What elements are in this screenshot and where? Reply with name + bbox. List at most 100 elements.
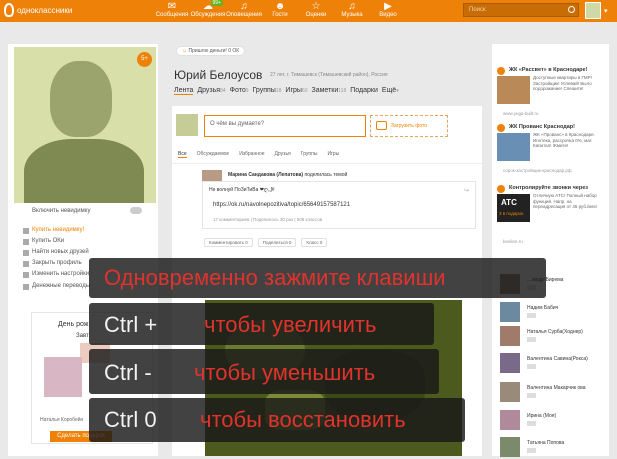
ad-image[interactable]: ATC 3 в подарок bbox=[497, 194, 530, 222]
friend-name[interactable]: Ирина (Моя) bbox=[527, 413, 556, 419]
feed-tab[interactable]: Группы bbox=[301, 151, 318, 158]
friend-avatar[interactable] bbox=[500, 410, 520, 430]
friend-avatar[interactable] bbox=[500, 326, 520, 346]
profile-tab[interactable]: Друзья84 bbox=[197, 87, 225, 95]
logo-text: одноклассники bbox=[17, 5, 73, 15]
mood-badge[interactable]: ☺ Пришлю деньги! 0 ОК bbox=[176, 46, 246, 56]
share-button[interactable]: Поделиться 0 bbox=[257, 238, 297, 247]
status-bar: ☺ Пришлю деньги! 0 ОК bbox=[172, 44, 492, 60]
profile-tab[interactable]: Фото9 bbox=[230, 87, 249, 95]
nav-label: Гости bbox=[272, 12, 288, 18]
post-input[interactable]: О чём вы думаете? bbox=[204, 115, 366, 137]
nav-envelope[interactable]: ✉ Сообщения bbox=[153, 1, 191, 18]
profile-name: Юрий Белоусов bbox=[174, 68, 263, 82]
friend-item[interactable]: Валентина Савина(Рокса) bbox=[500, 353, 605, 375]
friend-item[interactable]: Ирина (Моя) bbox=[500, 410, 605, 432]
ad-image[interactable] bbox=[497, 76, 530, 104]
profile-tab[interactable]: Группы18 bbox=[253, 87, 282, 95]
feed-tab[interactable]: Друзья bbox=[275, 151, 291, 158]
profile-photo[interactable]: 5+ bbox=[14, 47, 156, 203]
friend-name[interactable]: Татьяна Попова bbox=[527, 440, 564, 446]
nav-bell[interactable]: ♫ Оповещения bbox=[225, 1, 263, 18]
invisible-toggle[interactable] bbox=[130, 207, 142, 214]
gift-icon[interactable] bbox=[527, 337, 536, 342]
search-icon[interactable] bbox=[568, 6, 575, 13]
left-link[interactable]: Денежные переводы bbox=[23, 283, 90, 290]
comment-button[interactable]: Комментировать 0 bbox=[204, 238, 253, 247]
like-button[interactable]: Класс 0 bbox=[301, 238, 328, 247]
friend-avatar[interactable] bbox=[500, 353, 520, 373]
share-title[interactable]: Не волнуй ПоЗиТиВа ❤ღ,,ʃ# bbox=[209, 187, 275, 193]
left-link[interactable]: Найти новых друзей bbox=[23, 249, 89, 256]
feed-tab[interactable]: Избранное bbox=[239, 151, 264, 158]
left-link[interactable]: Купить невидимку! bbox=[23, 227, 84, 234]
nav-video[interactable]: ▶ Видео bbox=[369, 1, 407, 18]
left-link[interactable]: Изменить настройки bbox=[23, 271, 89, 278]
shared-topic[interactable]: Не волнуй ПоЗиТиВа ❤ღ,,ʃ# ↪ https://ok.r… bbox=[202, 181, 476, 229]
nav-music[interactable]: ♫ Музыка bbox=[333, 1, 371, 18]
profile-tab[interactable]: Лента bbox=[174, 87, 194, 95]
feed-tab[interactable]: Игры bbox=[327, 151, 339, 158]
upload-label: Загрузить фото bbox=[391, 123, 428, 129]
post-author[interactable]: Марина Сандакова (Лепатова) bbox=[228, 172, 303, 178]
age-badge: 5+ bbox=[137, 52, 152, 67]
profile-tab[interactable]: Заметки118 bbox=[311, 87, 346, 95]
nav-chat[interactable]: ☁ 99+ Обсуждения bbox=[189, 0, 227, 18]
gift-icon[interactable] bbox=[527, 364, 536, 369]
left-link[interactable]: Купить ОКи bbox=[23, 238, 65, 245]
link-label: Купить ОКи bbox=[32, 238, 65, 244]
friend-name[interactable]: Валентина Савина(Рокса) bbox=[527, 356, 588, 362]
chevron-down-icon[interactable]: ▾ bbox=[604, 7, 608, 15]
profile-tab[interactable]: Подарки bbox=[350, 87, 378, 95]
hint-key-zero: Ctrl 0 bbox=[104, 407, 157, 432]
ad-block[interactable]: ЖК Прованс Краснодар! ЖК «Прованс» в Крас… bbox=[495, 124, 607, 180]
profile-info: 27 лет, г. Тимашевск (Тимашевский район)… bbox=[270, 72, 388, 78]
gift-icon[interactable] bbox=[527, 393, 536, 398]
friend-item[interactable]: Наталья Сурба(Ходнер) bbox=[500, 326, 605, 348]
profile-tab[interactable]: Игры60 bbox=[285, 87, 307, 95]
nav-label: Обсуждения bbox=[190, 12, 226, 18]
friend-avatar[interactable] bbox=[500, 382, 520, 402]
feed-tab[interactable]: Обсуждаемое bbox=[197, 151, 230, 158]
friend-avatar[interactable] bbox=[500, 302, 520, 322]
ad-block[interactable]: Контролируйте звонки через ATC 3 в подарок… bbox=[495, 185, 609, 244]
ok-logo[interactable]: одноклассники bbox=[4, 3, 72, 17]
invisible-toggle-row[interactable]: Включить невидимку bbox=[32, 207, 142, 214]
nav-star[interactable]: ☆ Оценки bbox=[297, 1, 335, 18]
ad-image[interactable] bbox=[497, 133, 530, 161]
friend-avatar[interactable] bbox=[500, 437, 520, 457]
tab-label: Ещё bbox=[381, 87, 397, 94]
nav-footprint[interactable]: ☻ Гости bbox=[261, 1, 299, 18]
friend-name[interactable]: Наталья Сурба(Ходнер) bbox=[527, 329, 583, 335]
friend-item[interactable]: Надим Бабич bbox=[500, 302, 605, 324]
birthday-name[interactable]: Наталья Коробейн bbox=[40, 417, 83, 423]
birthday-title: День рож bbox=[58, 321, 89, 328]
search-input[interactable]: Поиск bbox=[463, 3, 579, 17]
birthday-sub: Завт bbox=[76, 333, 89, 339]
upload-photo-button[interactable]: Загрузить фото bbox=[370, 115, 448, 137]
gift-icon[interactable] bbox=[527, 448, 536, 453]
friend-name[interactable]: Надим Бабич bbox=[527, 305, 558, 311]
friend-name[interactable]: Валентина Макарчик ова bbox=[527, 385, 585, 391]
atc-sub: 3 в подарок bbox=[499, 211, 524, 216]
feed-tab[interactable]: Все bbox=[178, 151, 187, 158]
ad-title[interactable]: ЖК Прованс Краснодар! bbox=[509, 124, 609, 130]
share-icon[interactable]: ↪ bbox=[464, 187, 469, 194]
ad-title[interactable]: ЖК «Рассвет» в Краснодаре! bbox=[509, 67, 609, 73]
tab-label: Подарки bbox=[350, 87, 378, 94]
gift-icon[interactable] bbox=[527, 313, 536, 318]
ad-title[interactable]: Контролируйте звонки через bbox=[509, 185, 609, 191]
left-link[interactable]: Закрыть профиль bbox=[23, 260, 82, 267]
top-avatar[interactable] bbox=[585, 2, 601, 19]
ad-bullet-icon bbox=[497, 185, 505, 193]
friend-item[interactable]: Валентина Макарчик ова bbox=[500, 382, 605, 404]
friend-photo[interactable] bbox=[44, 357, 82, 397]
profile-tab[interactable]: Ещё▾ bbox=[382, 87, 399, 95]
gift-icon[interactable] bbox=[527, 421, 536, 426]
nav-label: Музыка bbox=[341, 12, 363, 18]
share-link[interactable]: https://ok.ru/navolnepozitiva/topic/6564… bbox=[213, 202, 350, 208]
profile-tabs: Лента Друзья84 Фото9 Группы18 Игры60 Заметки1… bbox=[174, 87, 399, 95]
search-placeholder: Поиск bbox=[469, 7, 486, 13]
hint-key-minus: Ctrl - bbox=[104, 360, 152, 385]
ad-block[interactable]: ЖК «Рассвет» в Краснодаре! Доступные квар… bbox=[495, 67, 607, 123]
